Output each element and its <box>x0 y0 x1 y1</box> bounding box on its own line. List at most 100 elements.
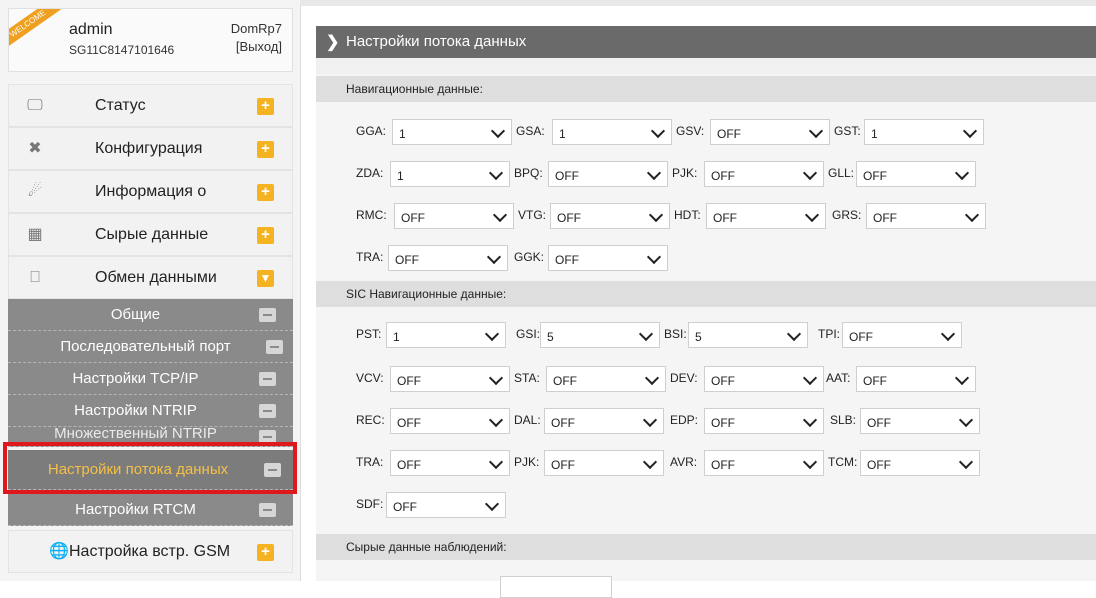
chevron-down-icon <box>958 412 974 428</box>
chevron-down-icon <box>488 454 504 470</box>
tra-sic-select[interactable]: OFF <box>390 450 510 476</box>
satellite-icon: ☄ <box>27 183 43 200</box>
expand-icon[interactable]: + <box>257 227 274 244</box>
vtg-select[interactable]: OFF <box>550 203 670 229</box>
top-border <box>300 0 1096 6</box>
tra-nav-select[interactable]: OFF <box>388 245 508 271</box>
user-name: admin <box>69 21 113 38</box>
expand-icon[interactable]: + <box>257 184 274 201</box>
menu-label: Настройка встр. GSM <box>69 543 231 560</box>
chevron-down-icon <box>802 454 818 470</box>
menu-item-status[interactable]: 🖵 Статус + <box>8 84 293 127</box>
chevron-down-icon <box>650 123 666 139</box>
chevron-down-icon <box>802 370 818 386</box>
section-nav-data: Навигационные данные: <box>316 76 1096 102</box>
expand-icon[interactable]: + <box>257 544 274 561</box>
expand-icon[interactable]: + <box>257 141 274 158</box>
dal-select[interactable]: OFF <box>544 408 664 434</box>
chevron-down-icon <box>490 123 506 139</box>
edp-select[interactable]: OFF <box>704 408 824 434</box>
menu-item-data-exchange[interactable]: ⎕ Обмен данными ▼ <box>8 256 293 299</box>
aat-select[interactable]: OFF <box>856 366 976 392</box>
minus-icon[interactable] <box>266 340 283 354</box>
menu-label: Информация о <box>95 183 207 200</box>
submenu-item-tcpip[interactable]: Настройки TCP/IP <box>8 363 293 395</box>
gst-select[interactable]: 1 <box>864 119 984 145</box>
menu-label: Обмен данными <box>95 269 217 286</box>
gga-select[interactable]: 1 <box>392 119 512 145</box>
globe-icon: 🌐 <box>49 543 69 560</box>
menu-item-raw-data[interactable]: ▦ Сырые данные + <box>8 213 293 256</box>
device-name: DomRp7 <box>230 21 282 36</box>
submenu-item-general[interactable]: Общие <box>8 299 293 331</box>
pst-select[interactable]: 1 <box>386 322 506 348</box>
highlight-annotation <box>3 442 297 494</box>
bsi-select[interactable]: 5 <box>688 322 808 348</box>
menu-label: Статус <box>95 97 146 114</box>
avr-select[interactable]: OFF <box>704 450 824 476</box>
user-card: WELCOME admin SG11C8147101646 DomRp7 [Вы… <box>8 8 293 72</box>
vcv-select[interactable]: OFF <box>390 366 510 392</box>
minus-icon[interactable] <box>259 503 276 517</box>
chevron-down-icon <box>786 326 802 342</box>
minus-icon[interactable] <box>259 372 276 386</box>
slb-select[interactable]: OFF <box>860 408 980 434</box>
tools-icon: ✖ <box>28 140 42 157</box>
chevron-down-icon <box>954 370 970 386</box>
ggk-select[interactable]: OFF <box>548 245 668 271</box>
chevron-down-icon <box>648 207 664 223</box>
gll-select[interactable]: OFF <box>856 161 976 187</box>
chevron-right-icon: ❯ <box>326 34 340 51</box>
chevron-down-icon <box>492 207 508 223</box>
logout-link[interactable]: [Выход] <box>236 39 282 54</box>
chevron-down-icon <box>642 412 658 428</box>
submenu-item-serial-port[interactable]: Последовательный порт <box>8 331 293 363</box>
pjk-select[interactable]: OFF <box>704 161 824 187</box>
welcome-badge: WELCOME <box>9 9 61 50</box>
dev-select[interactable]: OFF <box>704 366 824 392</box>
chevron-down-icon <box>802 165 818 181</box>
menu-item-info[interactable]: ☄ Информация о + <box>8 170 293 213</box>
chevron-down-icon <box>804 207 820 223</box>
tcm-select[interactable]: OFF <box>860 450 980 476</box>
device-serial: SG11C8147101646 <box>69 43 175 57</box>
monitor-icon: 🖵 <box>27 97 43 114</box>
submenu-item-rtcm[interactable]: Настройки RTCM <box>8 494 293 526</box>
section-raw-observations: Сырые данные наблюдений: <box>316 534 1096 560</box>
submenu-item-ntrip[interactable]: Настройки NTRIP <box>8 395 293 427</box>
pjk-sic-select[interactable]: OFF <box>544 450 664 476</box>
chevron-down-icon <box>484 496 500 512</box>
expand-icon[interactable]: + <box>257 98 274 115</box>
chevron-down-icon <box>940 326 956 342</box>
gsa-select[interactable]: 1 <box>552 119 672 145</box>
chevron-down-icon <box>488 370 504 386</box>
rmc-select[interactable]: OFF <box>394 203 514 229</box>
grs-select[interactable]: OFF <box>866 203 986 229</box>
rec-select[interactable]: OFF <box>390 408 510 434</box>
chevron-down-icon <box>638 326 654 342</box>
chevron-down-icon <box>646 249 662 265</box>
sidebar: WELCOME admin SG11C8147101646 DomRp7 [Вы… <box>0 0 301 581</box>
gsv-select[interactable]: OFF <box>710 119 830 145</box>
hdt-select[interactable]: OFF <box>706 203 826 229</box>
collapse-icon[interactable]: ▼ <box>257 270 274 287</box>
zda-select[interactable]: 1 <box>390 161 510 187</box>
tpi-select[interactable]: OFF <box>842 322 962 348</box>
sdf-select[interactable]: OFF <box>386 492 506 518</box>
bpq-select[interactable]: OFF <box>548 161 668 187</box>
header-shadow <box>316 58 1096 74</box>
gsi-select[interactable]: 5 <box>540 322 660 348</box>
chevron-down-icon <box>486 249 502 265</box>
menu-item-gsm[interactable]: 🌐 Настройка встр. GSM + <box>8 530 293 573</box>
menu-item-config[interactable]: ✖ Конфигурация + <box>8 127 293 170</box>
raw-observation-select[interactable] <box>500 576 612 598</box>
chevron-down-icon <box>962 123 978 139</box>
minus-icon[interactable] <box>259 308 276 322</box>
chevron-down-icon <box>958 454 974 470</box>
minus-icon[interactable] <box>259 404 276 418</box>
chevron-down-icon <box>642 454 658 470</box>
network-icon: ⎕ <box>30 269 40 286</box>
chevron-down-icon <box>488 165 504 181</box>
sta-select[interactable]: OFF <box>546 366 666 392</box>
chevron-down-icon <box>964 207 980 223</box>
